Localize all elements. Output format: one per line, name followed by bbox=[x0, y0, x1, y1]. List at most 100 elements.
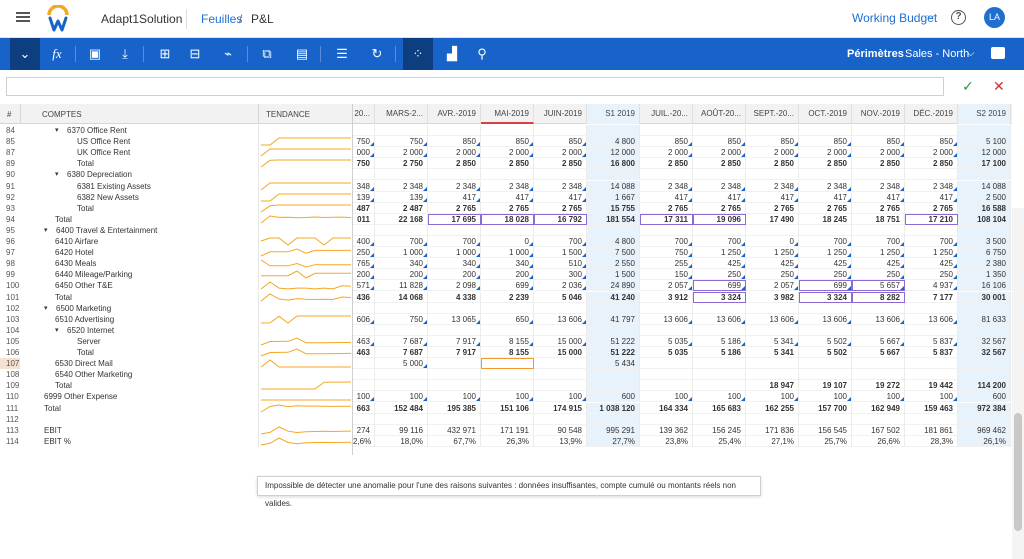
value-cell[interactable]: 250 bbox=[746, 269, 799, 281]
value-cell[interactable]: 14 088 bbox=[587, 180, 640, 192]
value-cell[interactable]: 1 350 bbox=[958, 269, 1011, 281]
value-cell[interactable] bbox=[958, 169, 1011, 181]
value-cell[interactable]: 7 500 bbox=[587, 247, 640, 259]
value-cell[interactable]: 19 107 bbox=[799, 380, 852, 392]
value-cell[interactable]: 8 282 bbox=[852, 291, 905, 303]
value-cell[interactable]: 3 500 bbox=[958, 236, 1011, 247]
value-cell[interactable]: 340 bbox=[481, 258, 534, 270]
value-cell[interactable]: 100 bbox=[852, 391, 905, 403]
value-cell[interactable]: 2 850 bbox=[534, 158, 587, 170]
value-cell[interactable] bbox=[958, 358, 1011, 370]
period-column-header[interactable]: MAI-2019 bbox=[481, 104, 534, 124]
value-cell[interactable]: 51 222 bbox=[587, 347, 640, 358]
expand-toggle-icon[interactable]: ▾ bbox=[44, 225, 48, 236]
period-column-header[interactable]: 20... bbox=[353, 104, 375, 124]
value-cell[interactable]: 274 bbox=[353, 424, 375, 436]
value-cell[interactable]: 5 341 bbox=[746, 347, 799, 358]
value-cell[interactable]: 2 850 bbox=[905, 158, 958, 170]
period-column-header[interactable]: DÉC.-2019 bbox=[905, 104, 958, 124]
value-cell[interactable] bbox=[693, 380, 746, 392]
value-cell[interactable]: 2 500 bbox=[958, 191, 1011, 203]
value-cell[interactable] bbox=[534, 324, 587, 336]
value-cell[interactable] bbox=[799, 324, 852, 336]
value-cell[interactable]: 2 487 bbox=[375, 202, 428, 214]
value-cell[interactable] bbox=[905, 169, 958, 181]
value-cell[interactable]: 650 bbox=[481, 313, 534, 325]
value-cell[interactable]: 600 bbox=[958, 391, 1011, 403]
value-cell[interactable]: 2 348 bbox=[534, 180, 587, 192]
expand-toggle-icon[interactable]: ▾ bbox=[55, 125, 59, 136]
value-cell[interactable]: 2 850 bbox=[799, 158, 852, 170]
value-cell[interactable]: 25,4% bbox=[693, 435, 746, 447]
expand-toggle-icon[interactable]: ▾ bbox=[55, 325, 59, 336]
value-cell[interactable]: 162 255 bbox=[746, 402, 799, 414]
value-cell[interactable]: 19 442 bbox=[905, 380, 958, 392]
value-cell[interactable] bbox=[353, 380, 375, 392]
account-row[interactable]: 114 EBIT % bbox=[0, 435, 352, 447]
value-cell[interactable] bbox=[693, 302, 746, 314]
value-cell[interactable]: 463 bbox=[353, 335, 375, 347]
value-cell[interactable]: 699 bbox=[799, 280, 852, 292]
value-cell[interactable]: 11 828 bbox=[375, 280, 428, 292]
period-column-header[interactable]: JUIL.-20... bbox=[640, 104, 693, 124]
account-row[interactable]: 108 6540 Other Marketing bbox=[0, 369, 352, 381]
value-cell[interactable]: 000 bbox=[353, 147, 375, 159]
comment-icon[interactable] bbox=[991, 47, 1005, 59]
value-cell[interactable]: 15 755 bbox=[587, 202, 640, 214]
account-row[interactable]: 94 Total bbox=[0, 213, 352, 225]
value-cell[interactable] bbox=[481, 125, 534, 136]
value-cell[interactable] bbox=[693, 358, 746, 370]
value-cell[interactable]: 0 bbox=[481, 236, 534, 247]
value-cell[interactable]: 1 250 bbox=[905, 247, 958, 259]
value-cell[interactable]: 114 200 bbox=[958, 380, 1011, 392]
value-cell[interactable] bbox=[640, 224, 693, 236]
value-cell[interactable]: 2 765 bbox=[640, 202, 693, 214]
value-cell[interactable]: 250 bbox=[353, 247, 375, 259]
value-cell[interactable]: 2 098 bbox=[428, 280, 481, 292]
value-cell[interactable]: 81 633 bbox=[958, 313, 1011, 325]
value-cell[interactable] bbox=[353, 302, 375, 314]
value-cell[interactable]: 699 bbox=[481, 280, 534, 292]
value-cell[interactable] bbox=[353, 358, 375, 370]
value-cell[interactable]: 2 765 bbox=[534, 202, 587, 214]
value-cell[interactable]: 2 000 bbox=[481, 147, 534, 159]
value-cell[interactable] bbox=[640, 302, 693, 314]
value-cell[interactable] bbox=[852, 125, 905, 136]
value-cell[interactable]: 13 606 bbox=[905, 313, 958, 325]
value-cell[interactable]: 13 606 bbox=[534, 313, 587, 325]
value-cell[interactable]: 3 324 bbox=[693, 291, 746, 303]
account-row[interactable]: 98 6430 Meals bbox=[0, 258, 352, 270]
value-cell[interactable]: 100 bbox=[640, 391, 693, 403]
value-cell[interactable]: 32 567 bbox=[958, 347, 1011, 358]
account-row[interactable]: 96 6410 Airfare bbox=[0, 236, 352, 247]
value-cell[interactable]: 2 057 bbox=[640, 280, 693, 292]
value-cell[interactable]: 100 bbox=[905, 391, 958, 403]
value-cell[interactable]: 2 348 bbox=[481, 180, 534, 192]
value-cell[interactable] bbox=[353, 169, 375, 181]
value-cell[interactable]: 5 046 bbox=[534, 291, 587, 303]
value-cell[interactable]: 16 792 bbox=[534, 213, 587, 225]
account-row[interactable]: 84 ▾ 6370 Office Rent bbox=[0, 125, 352, 136]
value-cell[interactable]: 200 bbox=[481, 269, 534, 281]
value-cell[interactable] bbox=[353, 324, 375, 336]
value-cell[interactable]: 2 348 bbox=[746, 180, 799, 192]
value-cell[interactable] bbox=[428, 302, 481, 314]
value-cell[interactable] bbox=[905, 125, 958, 136]
value-cell[interactable]: 2 850 bbox=[428, 158, 481, 170]
value-cell[interactable]: 850 bbox=[481, 136, 534, 148]
value-cell[interactable]: 156 245 bbox=[693, 424, 746, 436]
period-column-header[interactable]: MARS-2... bbox=[375, 104, 428, 124]
value-cell[interactable]: 17 490 bbox=[746, 213, 799, 225]
period-column-header[interactable]: S2 2019 bbox=[958, 104, 1011, 124]
value-cell[interactable]: 011 bbox=[353, 213, 375, 225]
period-column-header[interactable]: OCT.-2019 bbox=[799, 104, 852, 124]
value-cell[interactable]: 2 000 bbox=[693, 147, 746, 159]
value-cell[interactable]: 1 500 bbox=[587, 269, 640, 281]
value-cell[interactable]: 6 750 bbox=[958, 247, 1011, 259]
value-cell[interactable]: 28,3% bbox=[905, 435, 958, 447]
value-cell[interactable] bbox=[852, 413, 905, 425]
value-cell[interactable] bbox=[534, 125, 587, 136]
value-cell[interactable]: 850 bbox=[534, 136, 587, 148]
value-cell[interactable] bbox=[640, 413, 693, 425]
value-cell[interactable] bbox=[852, 169, 905, 181]
